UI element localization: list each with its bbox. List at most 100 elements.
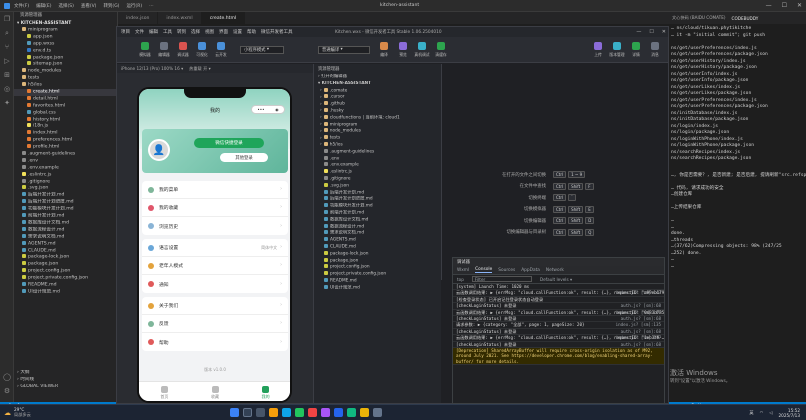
devtools-maximize-icon[interactable]: ☐ (649, 29, 653, 35)
tree-file[interactable]: .gitignore (14, 178, 117, 186)
editor-tab[interactable]: index.wxml (158, 12, 202, 24)
tree-file[interactable]: index.html (14, 130, 117, 137)
tree-folder[interactable]: › node_modules (314, 128, 441, 135)
tree-file[interactable]: global.css (14, 109, 117, 117)
toolbar-button[interactable]: 消息 (647, 41, 663, 58)
toolbar-button[interactable]: 编辑器 (156, 41, 172, 58)
language-indicator[interactable]: 英 (749, 410, 753, 416)
devtools-close-icon[interactable]: ✕ (662, 29, 666, 35)
editor-tab[interactable]: index.json (118, 12, 159, 24)
tab-codebuddy[interactable]: CODEBUDDY (732, 16, 759, 21)
debugger-tab[interactable]: Wxml (457, 268, 469, 273)
settings-gear-icon[interactable]: ⚙ (0, 384, 14, 398)
menu-item[interactable]: 语言设置 简体中文 › (142, 239, 288, 257)
menu-item[interactable]: 老年人模式 › (142, 257, 288, 275)
tree-folder[interactable]: › tests (314, 135, 441, 142)
tree-folder[interactable]: › h5/ios (314, 141, 441, 149)
tree-file[interactable]: AGENTS.md (14, 240, 117, 248)
toolbar-button[interactable]: 详情 (628, 41, 644, 58)
tree-file[interactable]: 数据库设计文档.md (14, 219, 117, 227)
tree-file[interactable]: package-lock.json (314, 250, 441, 258)
remote-icon[interactable]: ◎ (0, 82, 14, 96)
search-icon[interactable]: ⌕ (0, 26, 14, 40)
tree-folder[interactable]: › .github (314, 101, 441, 108)
app-icon[interactable] (308, 408, 317, 417)
log-source[interactable]: auth.js? [sm]:68 (621, 329, 661, 334)
toolbar-button[interactable]: 真机调试 (414, 41, 430, 58)
tree-file[interactable]: package.json (314, 257, 441, 265)
devtools-menu-item[interactable]: 微信开发者工具 (261, 29, 293, 35)
tree-file[interactable]: README.md (14, 281, 117, 289)
tree-file[interactable]: .eslintrc.js (14, 171, 117, 179)
devtools-menu-item[interactable]: 选择 (191, 29, 200, 35)
global-viewer-section[interactable]: › GLOBAL VIEWER (14, 384, 117, 391)
toolbar-button[interactable]: 模拟器 (137, 41, 153, 58)
devtools-minimize-icon[interactable]: — (636, 29, 641, 35)
menu-item[interactable]: 浏览历史 › (142, 217, 288, 235)
log-source[interactable]: auth.js? [sm]:68 (621, 316, 661, 321)
extensions-icon[interactable]: ⊞ (0, 68, 14, 82)
tree-file[interactable]: favorites.html (14, 102, 117, 110)
devtools-menu-item[interactable]: 界面 (219, 29, 228, 35)
tree-file[interactable]: create.html (14, 89, 117, 96)
menu-item[interactable]: 通知 › (142, 275, 288, 293)
app4-icon[interactable] (373, 408, 382, 417)
tree-file[interactable]: .env.example (314, 162, 441, 169)
devtools-taskbar-icon[interactable] (347, 408, 356, 417)
menu-item[interactable]: 查看(V) (81, 3, 97, 9)
menu-item[interactable]: 我的菜单 › (142, 181, 288, 199)
app2-icon[interactable] (321, 408, 330, 417)
tree-file[interactable]: .augment-guidelines (14, 151, 117, 158)
toolbar-button[interactable]: 调试器 (175, 41, 191, 58)
toolbar-button[interactable]: 版本管理 (609, 41, 625, 58)
tree-file[interactable]: 需求说明文档.md (14, 233, 117, 241)
tab-item[interactable]: 我的 (240, 385, 290, 400)
log-source[interactable]: auth.js? [sm]:68 (621, 342, 661, 347)
tree-folder[interactable]: h5/ios (14, 82, 117, 89)
avatar[interactable]: 👤 (148, 139, 170, 161)
tree-folder[interactable]: › .cursor (314, 94, 441, 101)
tree-file[interactable]: 后端开发计划.md (314, 189, 441, 197)
tree-file[interactable]: .env (14, 157, 117, 165)
tree-file[interactable]: detail.html (14, 95, 117, 103)
vscode-taskbar-icon[interactable] (334, 408, 343, 417)
tree-file[interactable]: .gitignore (314, 175, 441, 183)
devtools-menu-item[interactable]: 转到 (177, 29, 186, 35)
devtools-menu-item[interactable]: 文件 (135, 29, 144, 35)
chat-icon[interactable]: ✦ (0, 96, 14, 110)
menu-item[interactable]: 关于我们 › (142, 297, 288, 315)
volume-icon[interactable]: ◁ (769, 410, 772, 415)
tree-file[interactable]: UI设计规范.md (14, 288, 117, 296)
toolbar-button[interactable]: 上传 (590, 41, 606, 58)
editor-tab[interactable]: create.html (201, 12, 246, 24)
tree-file[interactable]: 数据流程设计.md (314, 223, 441, 231)
hot-reload-select[interactable]: 热重载 开 ▾ (189, 66, 211, 72)
tree-file[interactable]: 功能模块开发计划.md (14, 206, 117, 213)
tree-file[interactable]: .svg.json (14, 185, 117, 192)
tree-folder[interactable]: miniprogram (14, 27, 117, 34)
tree-file[interactable]: 需求说明文档.md (314, 230, 441, 237)
tree-folder[interactable]: node_modules (14, 68, 117, 75)
tree-file[interactable]: 数据流程设计.md (14, 226, 117, 234)
tree-file[interactable]: history.html (14, 116, 117, 124)
tree-folder[interactable]: › miniprogram (314, 121, 441, 129)
tree-file[interactable]: env.d.ts (14, 47, 117, 55)
menu-item[interactable]: 文件(F) (14, 3, 29, 9)
devtools-menu-item[interactable]: 设置 (233, 29, 242, 35)
tree-file[interactable]: preferences.html (14, 137, 117, 144)
tree-file[interactable]: .augment-guidelines (314, 148, 441, 156)
tree-file[interactable]: .env.example (14, 164, 117, 172)
weather-widget[interactable]: ☁ 29°C 局部多云 (0, 407, 31, 418)
search-taskbar-icon[interactable] (243, 408, 252, 417)
app3-icon[interactable] (360, 408, 369, 417)
tree-file[interactable]: 前端开发计划.md (14, 213, 117, 220)
start-icon[interactable] (230, 408, 239, 417)
tree-file[interactable]: 功能模块开发计划.md (314, 203, 441, 210)
explorer-icon[interactable]: ❐ (0, 12, 14, 26)
wechat-login-button[interactable]: 微信快捷登录 (194, 138, 264, 148)
open-editors-section[interactable]: › 打开的编辑器 (314, 74, 441, 81)
tab-item[interactable]: 收藏 (190, 385, 241, 400)
clock[interactable]: 15:52 2025/7/13 (779, 408, 800, 418)
compile-select[interactable]: 普通编译 ▾ (318, 45, 370, 54)
files-root[interactable]: ▾ KITCHEN-ASSISTANT (314, 81, 441, 88)
